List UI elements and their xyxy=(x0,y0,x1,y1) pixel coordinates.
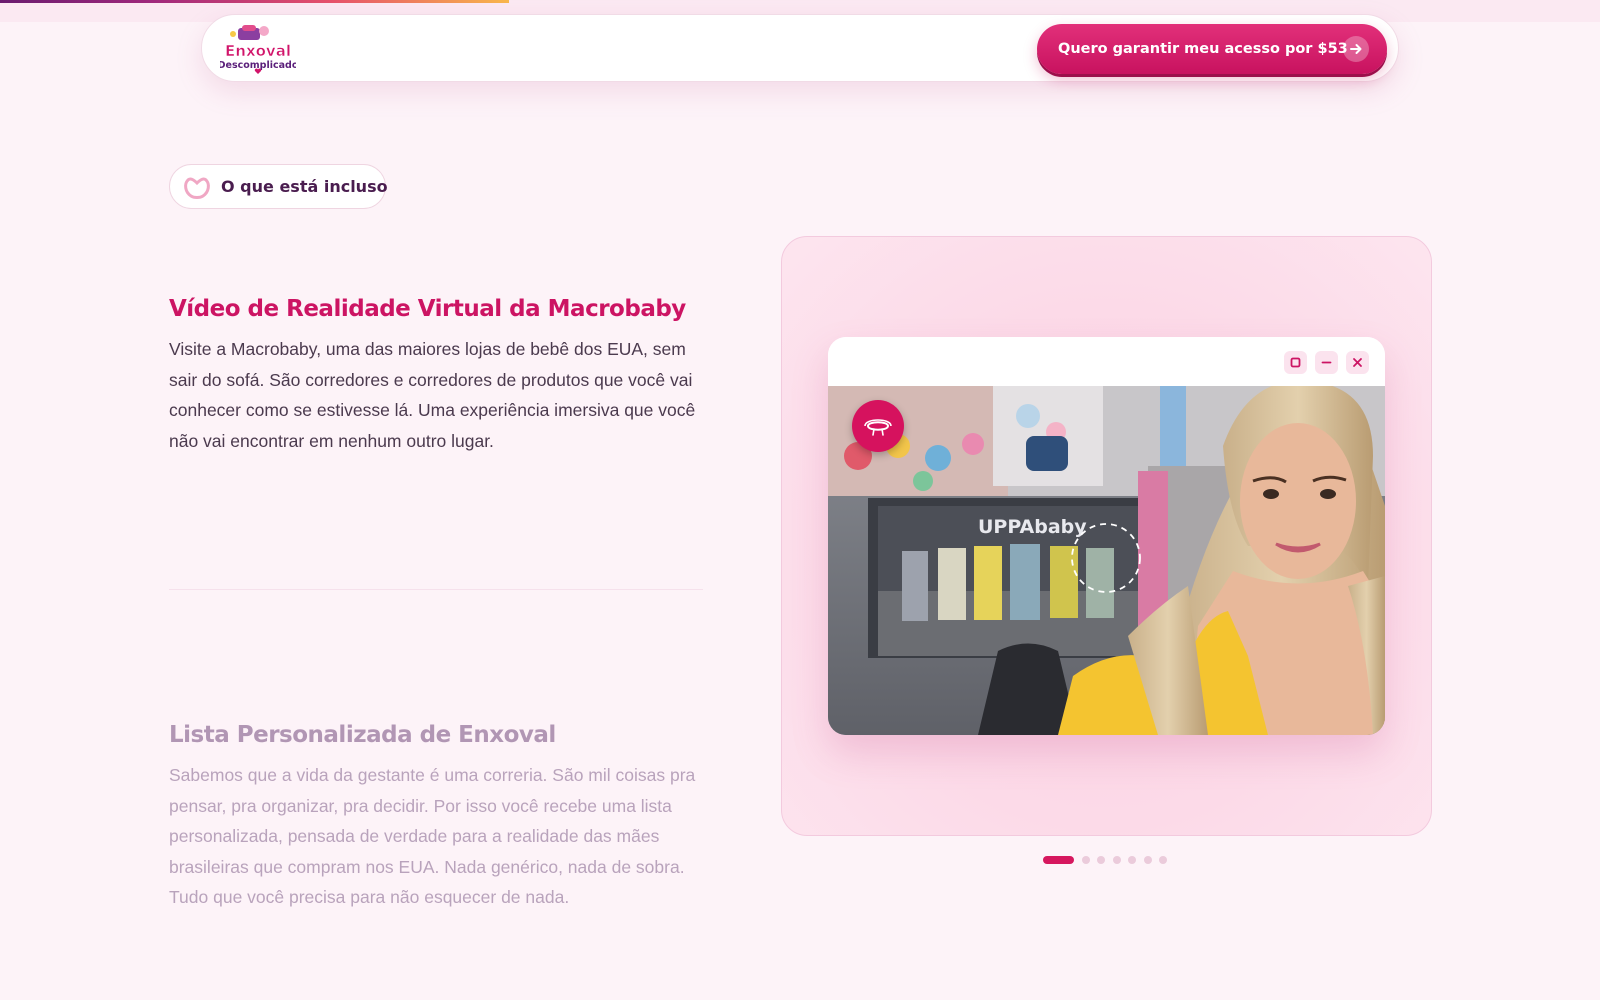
carousel-dot[interactable] xyxy=(1112,856,1121,864)
square-icon[interactable] xyxy=(1284,351,1307,374)
carousel-dot[interactable] xyxy=(1097,856,1105,864)
carousel-dot[interactable] xyxy=(1159,856,1167,864)
carousel-dot[interactable] xyxy=(1043,856,1074,864)
carousel-pagination xyxy=(1043,855,1175,865)
feature-description: Visite a Macrobaby, uma das maiores loja… xyxy=(169,339,696,451)
heart-outline-icon xyxy=(184,177,210,199)
close-icon[interactable] xyxy=(1346,351,1369,374)
top-navbar: Enxoval Descomplicado Quero garantir meu… xyxy=(201,14,1399,82)
feature-divider xyxy=(169,589,703,590)
feature-media-card: UPPAbaby xyxy=(781,236,1432,836)
reading-progress-bar xyxy=(0,0,509,3)
feature-item-vr-video[interactable]: Vídeo de Realidade Virtual da Macrobaby … xyxy=(169,296,709,456)
section-badge-label: O que está incluso xyxy=(221,177,388,196)
video-still-image: UPPAbaby xyxy=(828,380,1385,735)
feature-item-personalized-list[interactable]: Lista Personalizada de Enxoval Sabemos q… xyxy=(169,722,709,913)
svg-text:Descomplicado: Descomplicado xyxy=(220,60,296,71)
cta-get-access-button[interactable]: Quero garantir meu acesso por $53 xyxy=(1037,24,1387,74)
cta-label: Quero garantir meu acesso por $53 xyxy=(1058,41,1348,57)
carousel-dot[interactable] xyxy=(1081,856,1090,864)
arrow-right-icon xyxy=(1343,36,1369,62)
feature-description: Sabemos que a vida da gestante é uma cor… xyxy=(169,765,696,907)
feature-title: Vídeo de Realidade Virtual da Macrobaby xyxy=(169,296,686,322)
vr-headset-icon xyxy=(852,400,904,452)
carousel-dot[interactable] xyxy=(1143,856,1152,864)
vr-video-player[interactable]: UPPAbaby xyxy=(828,380,1385,735)
enxoval-descomplicado-logo[interactable]: Enxoval Descomplicado xyxy=(220,22,296,76)
feature-title: Lista Personalizada de Enxoval xyxy=(169,722,556,748)
minus-icon[interactable] xyxy=(1315,351,1338,374)
video-window: UPPAbaby xyxy=(828,337,1385,735)
window-titlebar xyxy=(828,337,1385,386)
svg-text:Enxoval: Enxoval xyxy=(225,42,291,60)
carousel-dot[interactable] xyxy=(1128,856,1136,864)
store-sign: UPPAbaby xyxy=(978,516,1087,538)
section-badge: O que está incluso xyxy=(169,164,388,209)
